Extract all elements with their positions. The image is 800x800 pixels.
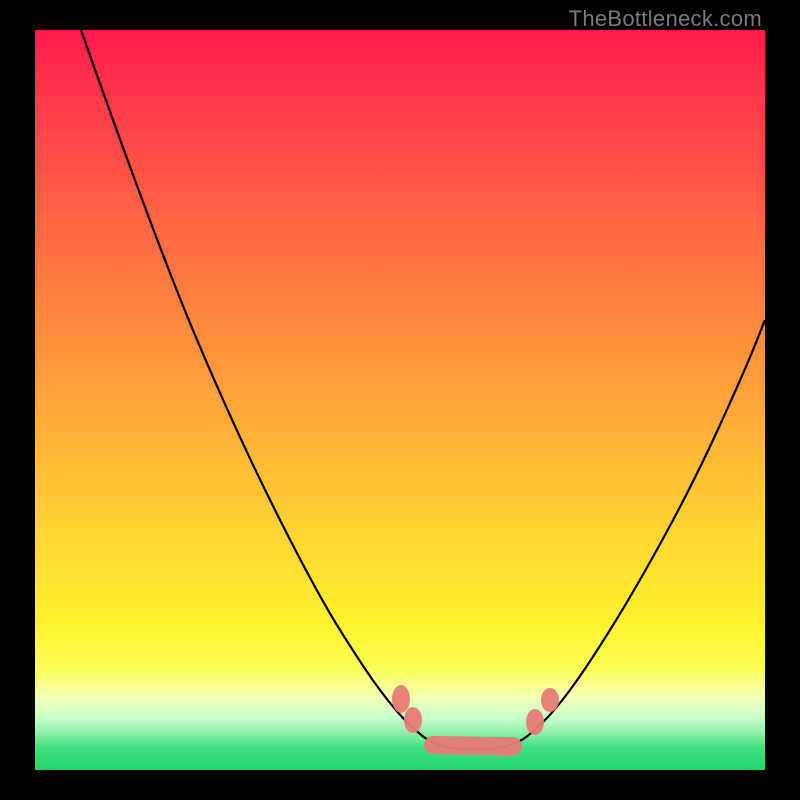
- data-marker: [541, 688, 559, 712]
- curve-svg: [35, 30, 765, 770]
- data-marker: [404, 707, 422, 733]
- data-marker: [526, 709, 544, 735]
- bottleneck-curve: [81, 30, 765, 750]
- markers-group: [392, 685, 559, 746]
- data-marker: [392, 685, 410, 713]
- chart-frame: TheBottleneck.com: [0, 0, 800, 800]
- watermark-text: TheBottleneck.com: [569, 6, 762, 32]
- data-marker-capsule: [433, 745, 513, 746]
- plot-area: [35, 30, 765, 770]
